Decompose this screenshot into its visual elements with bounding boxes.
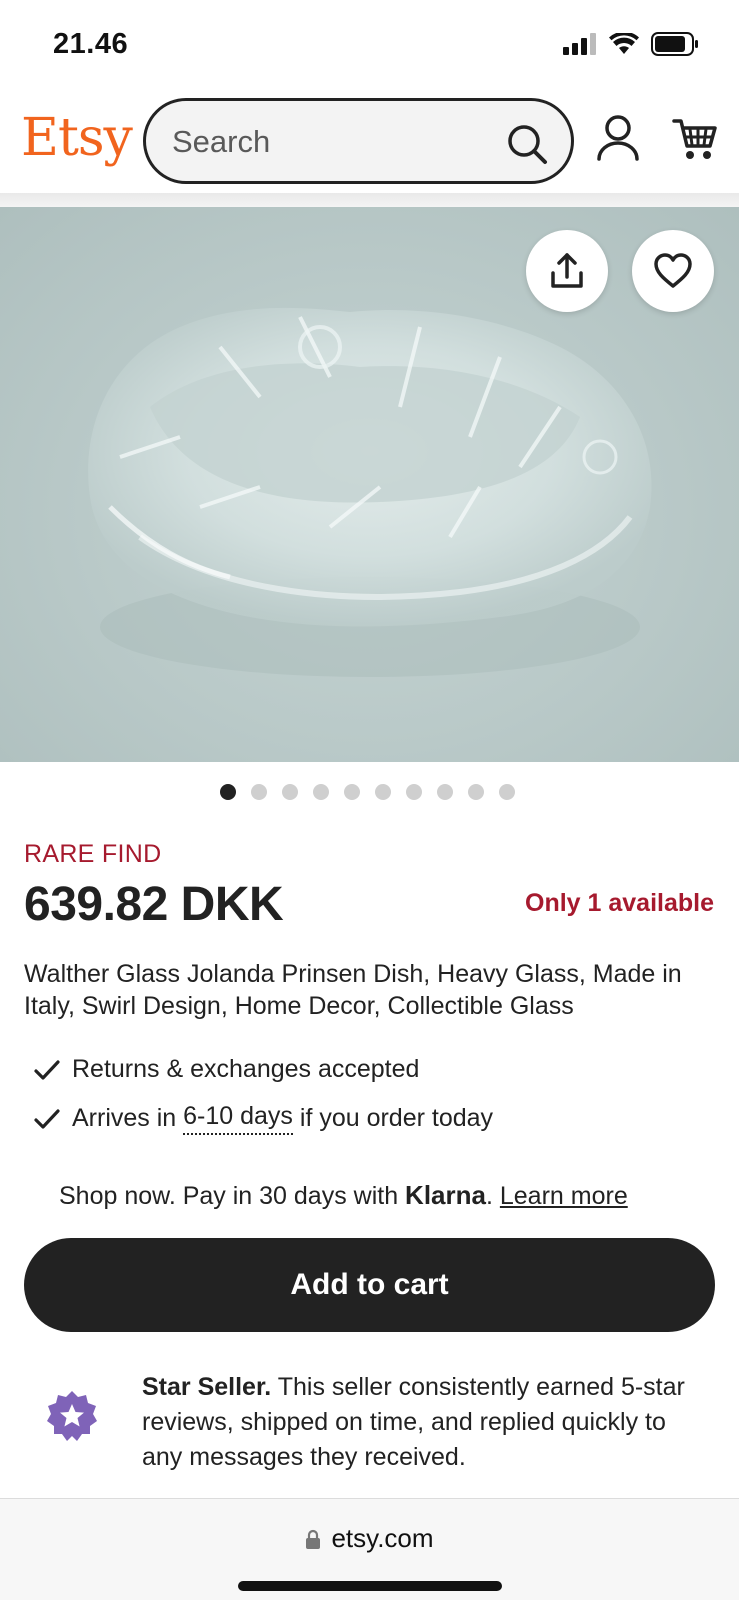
- lock-icon: [306, 1529, 321, 1549]
- arrival-benefit: Arrives in 6-10 days if you order today: [34, 1102, 493, 1135]
- status-time: 21.46: [53, 28, 129, 60]
- star-seller-text: Star Seller. This seller consistently ea…: [142, 1370, 702, 1475]
- availability-text: Only 1 available: [525, 889, 714, 917]
- battery-icon: [651, 32, 698, 56]
- carousel-dot[interactable]: [499, 784, 515, 800]
- price: 639.82 DKK: [24, 878, 284, 931]
- add-to-cart-button[interactable]: Add to cart: [24, 1238, 715, 1332]
- carousel-dot[interactable]: [468, 784, 484, 800]
- rare-find-badge: RARE FIND: [24, 840, 162, 868]
- carousel-dot[interactable]: [251, 784, 267, 800]
- klarna-brand: Klarna: [405, 1180, 486, 1210]
- status-bar: 21.46: [0, 0, 739, 88]
- heart-icon: [654, 253, 692, 288]
- share-button[interactable]: [526, 230, 608, 312]
- klarna-prefix: Shop now. Pay in 30 days with: [59, 1182, 406, 1210]
- browser-bottom-bar: etsy.com: [0, 1498, 739, 1600]
- arrival-suffix: if you order today: [292, 1104, 494, 1132]
- carousel-dot[interactable]: [282, 784, 298, 800]
- check-icon: [34, 1059, 60, 1080]
- star-seller-section: Star Seller. This seller consistently ea…: [0, 1370, 739, 1471]
- listing-title: Walther Glass Jolanda Prinsen Dish, Heav…: [24, 960, 682, 1020]
- carousel-dot[interactable]: [437, 784, 453, 800]
- share-icon: [551, 253, 583, 288]
- star-seller-label: Star Seller.: [142, 1373, 272, 1401]
- header-divider: [0, 193, 739, 207]
- glass-dish-image: [88, 307, 652, 677]
- returns-text: Returns & exchanges accepted: [72, 1055, 420, 1083]
- carousel-dot[interactable]: [406, 784, 422, 800]
- url-text: etsy.com: [331, 1523, 434, 1553]
- carousel-dot[interactable]: [344, 784, 360, 800]
- cellular-signal-icon: [563, 33, 596, 55]
- image-carousel-dots[interactable]: [220, 784, 515, 800]
- check-icon: [34, 1108, 60, 1129]
- site-header: Etsy: [0, 96, 739, 190]
- arrival-prefix: Arrives in: [72, 1104, 184, 1132]
- returns-benefit: Returns & exchanges accepted: [34, 1055, 419, 1084]
- star-seller-badge-icon: [47, 1391, 97, 1441]
- home-indicator[interactable]: [238, 1581, 502, 1591]
- search-input[interactable]: [172, 121, 492, 163]
- search-bar[interactable]: [143, 98, 574, 184]
- account-icon[interactable]: [596, 114, 640, 162]
- klarna-suffix: .: [485, 1182, 500, 1210]
- cart-icon[interactable]: [672, 116, 718, 162]
- address-bar[interactable]: etsy.com: [0, 1523, 739, 1554]
- klarna-message: Shop now. Pay in 30 days with Klarna. Le…: [59, 1180, 628, 1211]
- etsy-logo[interactable]: Etsy: [21, 108, 133, 168]
- learn-more-link[interactable]: Learn more: [500, 1182, 628, 1210]
- arrival-days-link[interactable]: 6-10 days: [183, 1102, 293, 1135]
- status-icons: [563, 32, 699, 56]
- wifi-icon: [609, 33, 639, 54]
- carousel-dot[interactable]: [220, 784, 236, 800]
- search-icon[interactable]: [505, 122, 549, 166]
- favorite-button[interactable]: [632, 230, 714, 312]
- product-image[interactable]: [0, 207, 739, 762]
- carousel-dot[interactable]: [375, 784, 391, 800]
- carousel-dot[interactable]: [313, 784, 329, 800]
